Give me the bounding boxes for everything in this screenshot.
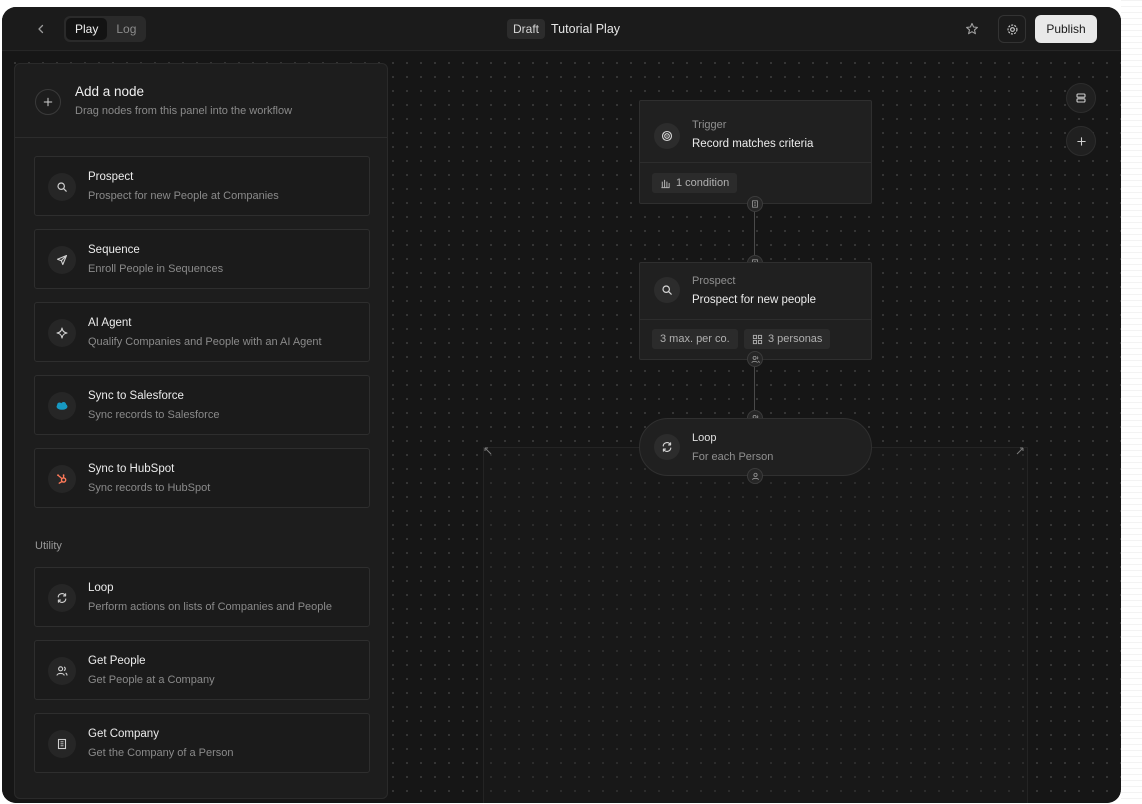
condition-pill[interactable]: 1 condition bbox=[652, 173, 738, 193]
add-node-panel: Add a node Drag nodes from this panel in… bbox=[14, 63, 388, 799]
loop-icon bbox=[654, 434, 680, 460]
layers-icon bbox=[1076, 93, 1086, 103]
publish-button[interactable]: Publish bbox=[1035, 15, 1097, 43]
resize-handle-right[interactable] bbox=[1013, 444, 1027, 458]
search-icon bbox=[48, 173, 76, 201]
star-icon bbox=[966, 22, 978, 35]
prospect-node[interactable]: Prospect Prospect for new people 3 max. … bbox=[639, 262, 872, 360]
max-per-company-pill[interactable]: 3 max. per co. bbox=[652, 329, 738, 349]
grid-icon bbox=[752, 334, 763, 344]
node-item-sequence[interactable]: Sequence Enroll People in Sequences bbox=[34, 229, 370, 289]
node-divider bbox=[640, 162, 871, 163]
send-icon bbox=[48, 246, 76, 274]
node-item-title: Sequence bbox=[88, 244, 140, 256]
add-canvas-node-button[interactable] bbox=[1066, 126, 1096, 156]
utility-node-list: Loop Perform actions on lists of Compani… bbox=[34, 567, 370, 786]
prospect-title: Prospect for new people bbox=[692, 294, 817, 306]
tab-log[interactable]: Log bbox=[107, 18, 145, 40]
node-item-prospect[interactable]: Prospect Prospect for new People at Comp… bbox=[34, 156, 370, 216]
tab-play[interactable]: Play bbox=[66, 18, 108, 40]
loop-output-port[interactable] bbox=[747, 468, 763, 484]
trigger-title: Record matches criteria bbox=[692, 138, 814, 150]
play-title[interactable]: Tutorial Play bbox=[551, 22, 620, 36]
max-per-company-label: 3 max. per co. bbox=[660, 333, 730, 345]
node-item-title: Loop bbox=[88, 582, 114, 594]
node-item-sync-salesforce[interactable]: Sync to Salesforce Sync records to Sales… bbox=[34, 375, 370, 435]
layers-button[interactable] bbox=[1066, 83, 1096, 113]
building-columns-icon bbox=[661, 179, 670, 188]
node-item-title: Get People bbox=[88, 655, 146, 667]
node-item-desc: Sync records to Salesforce bbox=[88, 409, 220, 421]
chevron-left-icon bbox=[38, 24, 44, 34]
person-icon bbox=[751, 472, 759, 480]
node-item-sync-hubspot[interactable]: Sync to HubSpot Sync records to HubSpot bbox=[34, 448, 370, 508]
building-icon bbox=[752, 200, 758, 208]
node-item-title: AI Agent bbox=[88, 317, 132, 329]
node-item-loop[interactable]: Loop Perform actions on lists of Compani… bbox=[34, 567, 370, 627]
people-icon bbox=[750, 355, 760, 363]
hubspot-icon bbox=[48, 465, 76, 493]
utility-section-label: Utility bbox=[35, 540, 62, 552]
background-edge bbox=[1121, 0, 1142, 804]
draft-badge: Draft bbox=[507, 19, 546, 39]
panel-header: Add a node Drag nodes from this panel in… bbox=[15, 64, 387, 138]
view-toggle: Play Log bbox=[64, 16, 146, 42]
trigger-node[interactable]: Trigger Record matches criteria 1 condit… bbox=[639, 100, 872, 204]
loop-group-area[interactable] bbox=[483, 447, 1028, 803]
panel-subtitle: Drag nodes from this panel into the work… bbox=[75, 105, 293, 117]
node-divider bbox=[640, 319, 871, 320]
node-item-title: Sync to Salesforce bbox=[88, 390, 184, 402]
settings-button[interactable] bbox=[998, 15, 1026, 43]
resize-icon bbox=[484, 447, 492, 455]
condition-pill-label: 1 condition bbox=[676, 177, 730, 189]
resize-icon bbox=[1016, 447, 1024, 455]
prospect-output-port[interactable] bbox=[747, 351, 763, 367]
node-item-desc: Sync records to HubSpot bbox=[88, 482, 211, 494]
node-item-ai-agent[interactable]: AI Agent Qualify Companies and People wi… bbox=[34, 302, 370, 362]
trigger-label: Trigger bbox=[692, 119, 727, 131]
node-item-title: Prospect bbox=[88, 171, 134, 183]
plus-icon bbox=[1076, 136, 1086, 146]
node-item-desc: Enroll People in Sequences bbox=[88, 263, 224, 275]
node-item-get-people[interactable]: Get People Get People at a Company bbox=[34, 640, 370, 700]
app-window: Play Log Draft Tutorial Play Publish Tri… bbox=[2, 7, 1121, 803]
building-icon bbox=[48, 730, 76, 758]
node-item-desc: Get the Company of a Person bbox=[88, 747, 234, 759]
back-button[interactable] bbox=[30, 18, 52, 40]
resize-handle-left[interactable] bbox=[481, 444, 495, 458]
node-item-desc: Prospect for new People at Companies bbox=[88, 190, 279, 202]
title-area: Draft Tutorial Play bbox=[507, 17, 620, 41]
node-item-desc: Qualify Companies and People with an AI … bbox=[88, 336, 322, 348]
node-item-desc: Get People at a Company bbox=[88, 674, 215, 686]
personas-label: 3 personas bbox=[768, 333, 823, 345]
node-item-title: Get Company bbox=[88, 728, 159, 740]
personas-pill[interactable]: 3 personas bbox=[744, 329, 831, 349]
prospect-label: Prospect bbox=[692, 275, 736, 287]
loop-label: Loop bbox=[692, 432, 717, 444]
loop-icon bbox=[48, 584, 76, 612]
panel-title: Add a node bbox=[75, 84, 145, 99]
target-icon bbox=[654, 123, 680, 149]
add-node-button[interactable] bbox=[35, 89, 61, 115]
search-icon bbox=[654, 277, 680, 303]
favorite-button[interactable] bbox=[961, 18, 983, 40]
node-item-get-company[interactable]: Get Company Get the Company of a Person bbox=[34, 713, 370, 773]
node-item-desc: Perform actions on lists of Companies an… bbox=[88, 601, 332, 613]
loop-title: For each Person bbox=[692, 451, 774, 463]
gear-icon bbox=[1006, 23, 1018, 35]
salesforce-icon bbox=[48, 392, 76, 420]
sparkle-icon bbox=[48, 319, 76, 347]
trigger-output-port[interactable] bbox=[747, 196, 763, 212]
node-item-title: Sync to HubSpot bbox=[88, 463, 175, 475]
people-icon bbox=[48, 657, 76, 685]
top-bar: Play Log Draft Tutorial Play Publish bbox=[2, 7, 1121, 51]
plus-icon bbox=[43, 97, 53, 107]
node-list: Prospect Prospect for new People at Comp… bbox=[34, 156, 370, 521]
